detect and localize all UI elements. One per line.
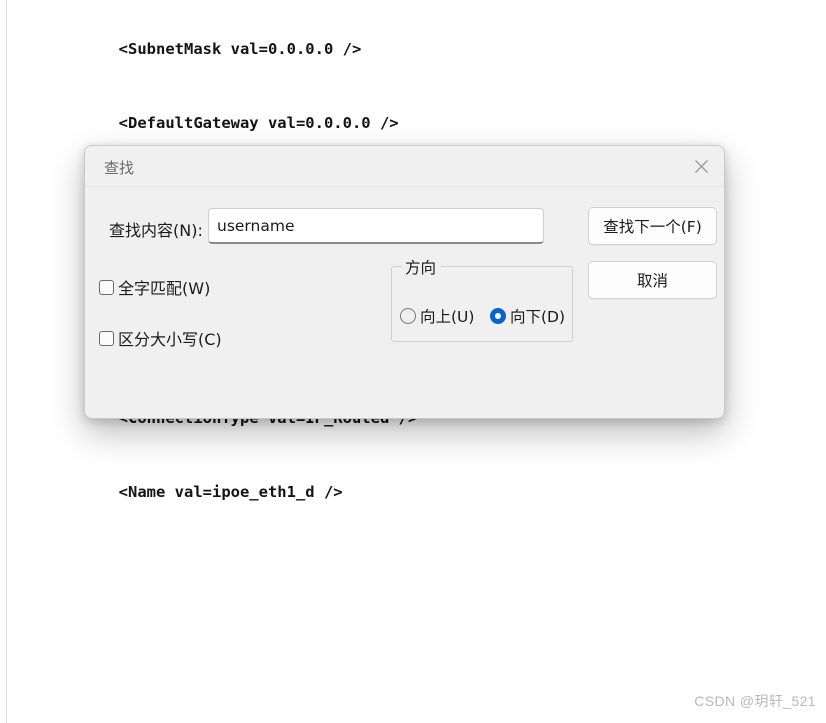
watermark: CSDN @玥轩_521 bbox=[694, 693, 816, 709]
whole-word-label: 全字匹配(W) bbox=[118, 279, 211, 298]
find-dialog: 查找 查找内容(N): 查找下一个(F) 取消 全字匹配(W) 区分大小写(C)… bbox=[84, 145, 725, 419]
direction-legend: 方向 bbox=[402, 256, 442, 278]
code-line-occluded bbox=[100, 701, 483, 723]
whole-word-checkbox-row[interactable]: 全字匹配(W) bbox=[99, 275, 210, 299]
find-next-button[interactable]: 查找下一个(F) bbox=[588, 207, 717, 245]
code-line-occluded bbox=[100, 554, 483, 579]
code-line: <Name val=ipoe_eth1_d /> bbox=[100, 482, 343, 501]
editor-left-margin-rule bbox=[6, 0, 7, 723]
direction-up-radio-row[interactable]: 向上(U) bbox=[400, 305, 474, 327]
checkbox-icon[interactable] bbox=[99, 279, 114, 295]
match-case-label: 区分大小写(C) bbox=[118, 330, 222, 349]
radio-icon-selected[interactable] bbox=[490, 308, 506, 324]
direction-group-box: 方向 向上(U) 向下(D) bbox=[391, 256, 573, 342]
code-line-occluded bbox=[100, 627, 483, 652]
code-line: <DefaultGateway val=0.0.0.0 /> bbox=[100, 113, 399, 132]
close-icon bbox=[694, 159, 708, 173]
dialog-title: 查找 bbox=[104, 159, 135, 177]
direction-up-label: 向上(U) bbox=[420, 308, 475, 326]
search-input[interactable] bbox=[208, 208, 544, 244]
match-case-checkbox-row[interactable]: 区分大小写(C) bbox=[99, 326, 222, 350]
radio-icon[interactable] bbox=[400, 308, 416, 324]
close-button[interactable] bbox=[678, 146, 724, 186]
direction-down-label: 向下(D) bbox=[510, 308, 566, 326]
code-line: <SubnetMask val=0.0.0.0 /> bbox=[100, 40, 362, 59]
cancel-button[interactable]: 取消 bbox=[588, 261, 717, 299]
direction-down-radio-row[interactable]: 向下(D) bbox=[490, 305, 565, 327]
find-what-label: 查找内容(N): bbox=[109, 221, 203, 240]
radio-dot bbox=[495, 313, 501, 319]
dialog-title-bar[interactable]: 查找 bbox=[85, 146, 724, 187]
checkbox-icon[interactable] bbox=[99, 330, 114, 346]
